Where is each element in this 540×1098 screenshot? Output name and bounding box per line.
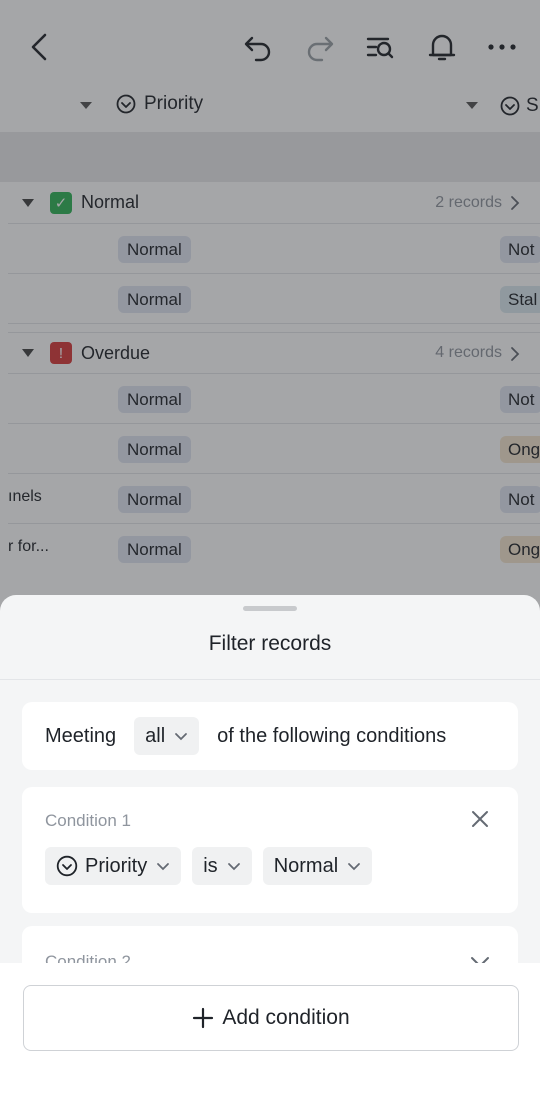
sheet-title: Filter records	[208, 632, 332, 655]
chevron-down-icon	[348, 862, 361, 870]
single-select-icon	[56, 855, 78, 877]
filter-sheet: Filter records Meeting all of the follow…	[0, 595, 540, 1098]
field-select[interactable]: Priority	[45, 847, 182, 885]
operator-select[interactable]: is	[192, 847, 252, 885]
condition-label: Condition 1	[45, 811, 132, 830]
meeting-suffix: of the following conditions	[217, 724, 447, 747]
condition-card-1: Condition 1 Priority is Normal	[22, 787, 518, 913]
drag-handle[interactable]	[243, 606, 297, 611]
plus-icon	[193, 1007, 214, 1029]
match-mode-select[interactable]: all	[134, 717, 200, 755]
chevron-down-icon	[157, 862, 170, 870]
divider	[0, 679, 540, 680]
chevron-down-icon	[175, 732, 188, 740]
add-condition-button[interactable]: Add condition	[23, 985, 519, 1051]
close-icon[interactable]	[470, 809, 490, 829]
value-select[interactable]: Normal	[262, 847, 373, 885]
chevron-down-icon	[227, 862, 240, 870]
meeting-prefix: Meeting	[45, 724, 117, 747]
match-mode-card: Meeting all of the following conditions	[22, 702, 518, 770]
sheet-footer: Add condition	[0, 963, 540, 1098]
